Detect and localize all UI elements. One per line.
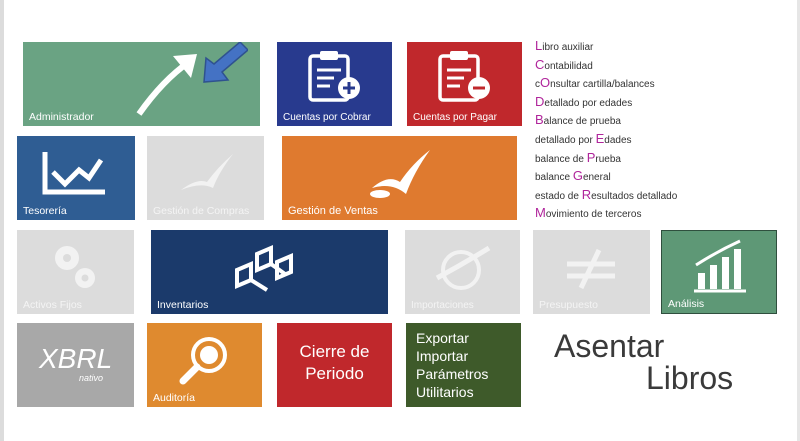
- clipboard-minus-icon: [438, 51, 490, 102]
- menu-item-detallado-por-edades[interactable]: detallado por Edades: [535, 131, 677, 150]
- tile-label: Exportar Importar Parámetros Utilitarios: [416, 330, 489, 400]
- tile-analisis[interactable]: Análisis: [661, 230, 777, 314]
- tile-auditoria[interactable]: Auditoría: [147, 323, 262, 407]
- clipboard-plus-icon: [308, 51, 360, 102]
- checkmark-icon: [181, 154, 233, 190]
- tile-label: Gestión de Compras: [153, 205, 250, 217]
- tile-gestion-de-compras[interactable]: Gestión de Compras: [147, 136, 264, 220]
- line-chart-icon: [42, 152, 105, 195]
- tile-label: Inventarios: [157, 299, 209, 311]
- shelves-icon: [235, 244, 293, 292]
- tile-label: Administrador: [29, 111, 94, 123]
- tile-activos-fijos[interactable]: Activos Fijos: [17, 230, 134, 314]
- not-equal-icon: [567, 248, 615, 290]
- tile-label: Importaciones: [411, 300, 474, 311]
- menu-item-balance-de-prueba[interactable]: balance de Prueba: [535, 150, 677, 169]
- tile-label: Activos Fijos: [23, 299, 82, 311]
- tile-importaciones[interactable]: Importaciones: [405, 230, 520, 314]
- tile-xbrl[interactable]: XBRL nativo: [17, 323, 134, 407]
- tile-cuentas-por-pagar[interactable]: Cuentas por Pagar: [407, 42, 522, 126]
- menu-item-estado-resultados[interactable]: estado de Resultados detallado: [535, 187, 677, 206]
- tile-administrador[interactable]: Administrador: [23, 42, 260, 126]
- asentar-libros-link[interactable]: Asentar Libros: [548, 330, 778, 394]
- tile-label: Cuentas por Cobrar: [283, 112, 371, 123]
- tile-cuentas-por-cobrar[interactable]: Cuentas por Cobrar: [277, 42, 392, 126]
- checkmark-icon: [370, 150, 430, 198]
- tile-label: Cuentas por Pagar: [413, 112, 497, 123]
- gears-icon: [55, 246, 95, 288]
- tile-label: Análisis: [668, 298, 705, 310]
- left-edge: [0, 0, 4, 441]
- tile-presupuesto[interactable]: Presupuesto: [533, 230, 650, 314]
- tile-inventarios[interactable]: Inventarios: [151, 230, 388, 314]
- xbrl-sublabel: nativo: [79, 373, 104, 383]
- tile-label: Gestión de Ventas: [288, 205, 378, 217]
- shortcut-menu: Libro auxiliar Contabilidad cOnsultar ca…: [535, 38, 677, 224]
- tile-label: Tesorería: [23, 205, 67, 217]
- tile-tesoreria[interactable]: Tesorería: [17, 136, 135, 220]
- asentar-text: Asentar: [554, 328, 665, 364]
- menu-item-detallado-edades[interactable]: Detallado por edades: [535, 94, 677, 113]
- menu-item-contabilidad[interactable]: Contabilidad: [535, 57, 677, 76]
- tile-gestion-de-ventas[interactable]: Gestión de Ventas: [282, 136, 517, 220]
- tile-exportar-importar[interactable]: Exportar Importar Parámetros Utilitarios: [406, 323, 521, 407]
- libros-text: Libros: [646, 360, 734, 396]
- menu-item-balance-general[interactable]: balance General: [535, 168, 677, 187]
- pointer-arrow-icon: [203, 42, 248, 83]
- globe-plane-icon: [435, 245, 491, 290]
- menu-item-balance-prueba[interactable]: Balance de prueba: [535, 112, 677, 131]
- bar-chart-icon: [694, 239, 746, 293]
- tile-label: Cierre de Periodo: [299, 342, 370, 383]
- magnifier-globe-icon: [179, 337, 227, 385]
- menu-item-movimiento-terceros[interactable]: Movimiento de terceros: [535, 205, 677, 224]
- tile-cierre-de-periodo[interactable]: Cierre de Periodo: [277, 323, 392, 407]
- tile-label: Presupuesto: [539, 299, 598, 311]
- menu-item-consultar-cartilla[interactable]: cOnsultar cartilla/balances: [535, 75, 677, 94]
- xbrl-logo-text: XBRL: [39, 343, 113, 374]
- menu-item-libro-auxiliar[interactable]: Libro auxiliar: [535, 38, 677, 57]
- tile-label: Auditoría: [153, 392, 196, 404]
